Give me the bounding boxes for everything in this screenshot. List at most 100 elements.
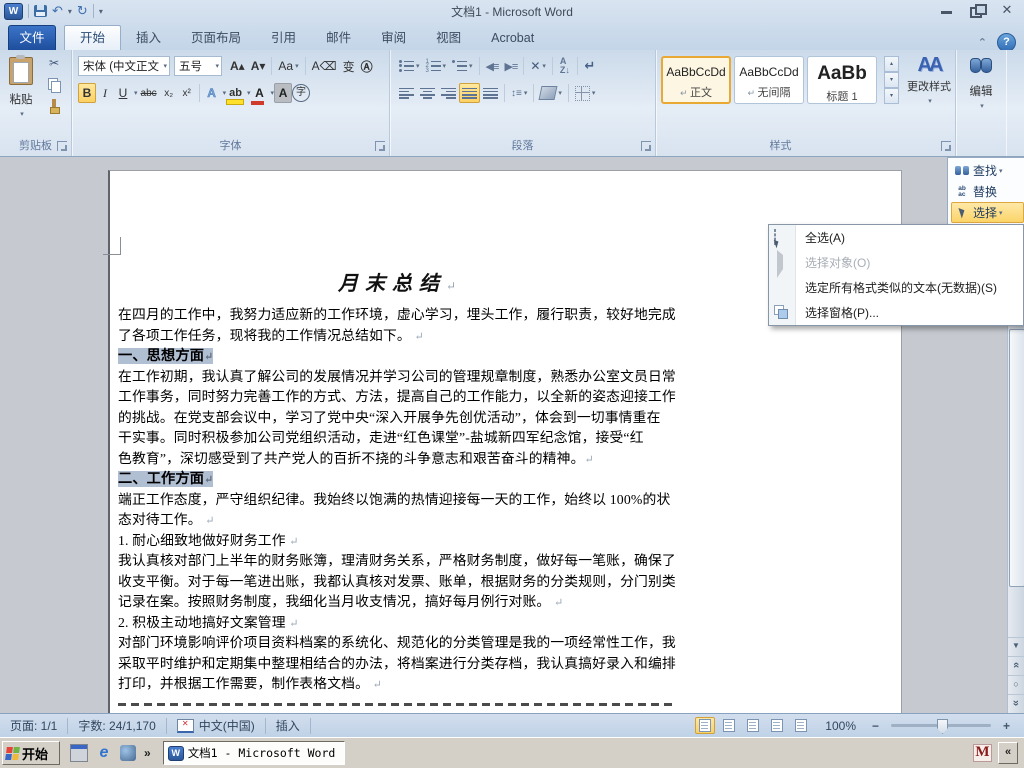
character-border-button[interactable]: Ⓐ: [358, 56, 376, 76]
tab-引用[interactable]: 引用: [256, 26, 311, 50]
tab-审阅[interactable]: 审阅: [366, 26, 421, 50]
previous-page-icon[interactable]: «: [1008, 656, 1024, 673]
quick-launch-app2-icon[interactable]: [120, 745, 136, 761]
zoom-level[interactable]: 100%: [825, 719, 856, 733]
status-language[interactable]: 中文(中国): [167, 717, 266, 734]
select-button[interactable]: 选择 ▾: [951, 202, 1024, 223]
numbering-button[interactable]: 1 2 3 ▾: [423, 56, 450, 76]
tab-Acrobat[interactable]: Acrobat: [476, 26, 549, 50]
style-正文[interactable]: AaBbCcDd ↵ 正文: [661, 56, 731, 104]
italic-button[interactable]: I: [96, 83, 114, 103]
chevron-down-icon[interactable]: ▾: [215, 62, 219, 70]
menu-item-选定所有格式类似的文本(无数据)(S)[interactable]: 选定所有格式类似的文本(无数据)(S): [769, 275, 1023, 300]
paste-dropdown-icon[interactable]: ▾: [20, 111, 24, 118]
strikethrough-button[interactable]: abc: [138, 83, 160, 103]
distribute-button[interactable]: [480, 83, 501, 103]
paste-button[interactable]: 粘贴 ▾: [4, 55, 38, 131]
underline-dropdown-icon[interactable]: ▾: [134, 89, 138, 97]
show-hide-marks-button[interactable]: ↵: [581, 56, 599, 76]
justify-button[interactable]: [459, 83, 480, 103]
zoom-in-button[interactable]: +: [999, 719, 1014, 733]
document-title[interactable]: 月末总结↵: [118, 267, 676, 296]
zoom-out-button[interactable]: −: [868, 719, 883, 733]
change-case-button[interactable]: Aa ▾: [275, 56, 301, 76]
zoom-slider[interactable]: [891, 719, 991, 734]
draft-view-button[interactable]: [791, 717, 811, 734]
select-browse-object-icon[interactable]: ○: [1008, 675, 1024, 692]
web-layout-view-button[interactable]: [743, 717, 763, 734]
enclose-characters-button[interactable]: 字: [292, 84, 311, 102]
replace-button[interactable]: ab ac 替换: [951, 181, 1024, 202]
quick-launch-app-icon[interactable]: [70, 744, 88, 762]
minimize-button[interactable]: [938, 4, 956, 16]
align-left-button[interactable]: [396, 83, 417, 103]
find-button[interactable]: 查找 ▾: [951, 160, 1024, 181]
scroll-down-icon[interactable]: ▼: [1008, 637, 1024, 654]
fullscreen-reading-view-button[interactable]: [719, 717, 739, 734]
asian-layout-button[interactable]: ✕ ▾: [527, 56, 549, 76]
clear-formatting-button[interactable]: A⌫: [309, 56, 340, 76]
font-name-combo[interactable]: 宋体 (中文正文 ▾: [78, 56, 170, 76]
subscript-button[interactable]: x₂: [160, 83, 178, 103]
decrease-indent-button[interactable]: ◀≡: [483, 56, 502, 76]
borders-button[interactable]: ▾: [572, 83, 599, 103]
multilevel-list-button[interactable]: ▾: [449, 56, 476, 76]
font-dialog-launcher-icon[interactable]: [375, 141, 385, 151]
tray-collapse-button[interactable]: «: [998, 742, 1018, 764]
styles-dialog-launcher-icon[interactable]: [941, 141, 951, 151]
bold-button[interactable]: B: [78, 83, 96, 103]
style-无间隔[interactable]: AaBbCcDd ↵ 无间隔: [734, 56, 804, 104]
clipboard-dialog-launcher-icon[interactable]: [57, 141, 67, 151]
bullets-button[interactable]: ▾: [396, 56, 423, 76]
tray-m-icon[interactable]: M: [973, 744, 992, 762]
paragraph-dialog-launcher-icon[interactable]: [641, 141, 651, 151]
editing-button[interactable]: 编辑 ▾: [960, 54, 1002, 136]
align-right-button[interactable]: [438, 83, 459, 103]
line-spacing-button[interactable]: ↕≡ ▾: [508, 83, 530, 103]
shrink-font-button[interactable]: A▾: [248, 56, 269, 76]
format-painter-icon[interactable]: [46, 98, 62, 114]
status-page[interactable]: 页面: 1/1: [0, 717, 69, 734]
tab-页面布局[interactable]: 页面布局: [176, 26, 256, 50]
gallery-down-icon[interactable]: ▾: [884, 72, 899, 88]
menu-item-全选(A)[interactable]: 全选(A): [769, 225, 1023, 250]
status-word-count[interactable]: 字数: 24/1,170: [68, 717, 167, 734]
text-effects-button[interactable]: A: [203, 83, 221, 103]
chevron-down-icon[interactable]: ▾: [163, 62, 167, 70]
gallery-up-icon[interactable]: ▴: [884, 56, 899, 72]
start-button[interactable]: 开始: [2, 741, 60, 765]
restore-button[interactable]: [968, 4, 987, 18]
character-shading-button[interactable]: A: [274, 83, 293, 103]
next-page-icon[interactable]: «: [1008, 694, 1024, 711]
minimize-ribbon-icon[interactable]: ⌃: [978, 36, 987, 49]
phonetic-guide-button[interactable]: 变: [340, 56, 358, 76]
align-center-button[interactable]: [417, 83, 438, 103]
change-styles-button[interactable]: AA 更改样式 ▾: [904, 54, 954, 134]
underline-button[interactable]: U: [114, 83, 132, 103]
close-button[interactable]: ✕: [998, 3, 1016, 16]
tab-视图[interactable]: 视图: [421, 26, 476, 50]
outline-view-button[interactable]: [767, 717, 787, 734]
taskbar-word-task[interactable]: W 文档1 - Microsoft Word: [162, 741, 345, 765]
document-text[interactable]: 在四月的工作中，我努力适应新的工作环境，虚心学习，埋头工作，履行职责，较好地完成…: [118, 305, 678, 706]
tab-file[interactable]: 文件: [8, 25, 56, 50]
copy-icon[interactable]: [46, 77, 62, 93]
grow-font-button[interactable]: A▴: [227, 56, 248, 76]
zoom-slider-thumb[interactable]: [937, 719, 948, 734]
tab-插入[interactable]: 插入: [121, 26, 176, 50]
font-color-button[interactable]: A: [250, 83, 269, 105]
shading-button[interactable]: ▾: [537, 83, 565, 103]
menu-item-选择窗格(P)...[interactable]: 选择窗格(P)...: [769, 300, 1023, 325]
text-highlight-button[interactable]: ab: [226, 83, 245, 105]
style-标题 1[interactable]: AaBb 标题 1: [807, 56, 877, 104]
internet-explorer-icon[interactable]: e: [96, 745, 112, 761]
tab-开始[interactable]: 开始: [64, 25, 122, 50]
status-insert-mode[interactable]: 插入: [266, 717, 311, 734]
sort-button[interactable]: A Z↓: [556, 56, 574, 76]
tab-邮件[interactable]: 邮件: [311, 26, 366, 50]
scrollbar-thumb[interactable]: [1009, 329, 1024, 587]
print-layout-view-button[interactable]: [695, 717, 716, 734]
quick-launch-more-icon[interactable]: »: [144, 746, 151, 760]
gallery-more-icon[interactable]: ▾: [884, 88, 899, 104]
superscript-button[interactable]: x²: [178, 83, 196, 103]
